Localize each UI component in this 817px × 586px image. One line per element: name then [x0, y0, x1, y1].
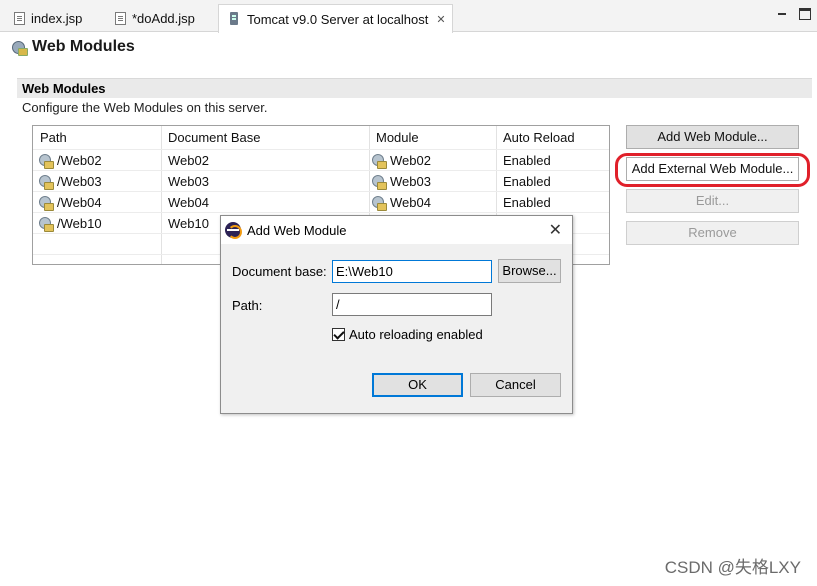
cell-docbase: Web10	[168, 216, 209, 231]
watermark: CSDN @失格LXY	[664, 558, 801, 577]
web-module-icon	[39, 153, 54, 169]
page-header: Web Modules	[12, 38, 135, 56]
cell-module-label: Web03	[390, 174, 431, 189]
page-title: Web Modules	[32, 38, 135, 55]
checkbox-checked-icon[interactable]	[332, 328, 345, 341]
web-module-icon	[39, 174, 54, 190]
header-reload[interactable]: Auto Reload	[503, 130, 575, 145]
browse-button[interactable]: Browse...	[498, 259, 561, 283]
dialog-titlebar[interactable]: Add Web Module ✕	[221, 216, 572, 244]
minimize-icon[interactable]	[776, 8, 788, 20]
web-module-icon	[39, 216, 54, 232]
section-description: Configure the Web Modules on this server…	[22, 100, 268, 115]
table-row[interactable]: /Web04	[39, 192, 102, 213]
table-row[interactable]: /Web10	[39, 213, 102, 234]
cell-path: /Web10	[57, 216, 102, 231]
server-icon	[229, 12, 241, 26]
add-web-module-button[interactable]: Add Web Module...	[626, 125, 799, 149]
file-icon	[14, 11, 25, 25]
cell-path: /Web02	[57, 153, 102, 168]
red-highlight-annotation	[615, 153, 810, 187]
document-base-label: Document base:	[232, 264, 327, 279]
header-path[interactable]: Path	[40, 130, 67, 145]
close-icon[interactable]: ✕	[436, 13, 445, 26]
maximize-icon[interactable]	[799, 8, 811, 20]
web-module-icon	[372, 174, 387, 190]
cell-docbase: Web04	[168, 195, 209, 210]
tab-label: *doAdd.jsp	[132, 10, 195, 26]
table-row[interactable]: /Web03	[39, 171, 102, 192]
web-module-icon	[372, 195, 387, 211]
header-docbase[interactable]: Document Base	[168, 130, 261, 145]
cancel-button[interactable]: Cancel	[470, 373, 561, 397]
cell-reload: Enabled	[503, 174, 551, 189]
ok-button[interactable]: OK	[372, 373, 463, 397]
cell-reload: Enabled	[503, 153, 551, 168]
header-module[interactable]: Module	[376, 130, 419, 145]
cell-module-label: Web02	[390, 153, 431, 168]
table-row[interactable]: /Web02	[39, 150, 102, 171]
add-web-module-dialog: Add Web Module ✕ Document base: E:\Web10…	[220, 215, 573, 414]
edit-button[interactable]: Edit...	[626, 189, 799, 213]
remove-button[interactable]: Remove	[626, 221, 799, 245]
cell-module: Web02	[372, 150, 431, 171]
cell-docbase: Web02	[168, 153, 209, 168]
web-module-icon	[12, 39, 28, 56]
path-input[interactable]: /	[332, 293, 492, 316]
close-icon[interactable]: ✕	[549, 220, 562, 240]
auto-reload-label[interactable]: Auto reloading enabled	[349, 327, 483, 342]
cell-docbase: Web03	[168, 174, 209, 189]
web-module-icon	[372, 153, 387, 169]
tab-label: index.jsp	[31, 10, 83, 26]
cell-module: Web03	[372, 171, 431, 192]
path-label: Path:	[232, 298, 263, 313]
cell-reload: Enabled	[503, 195, 551, 210]
document-base-input[interactable]: E:\Web10	[332, 260, 492, 283]
editor-tab-bar: index.jsp *doAdd.jsp Tomcat v9.0 Server …	[0, 0, 817, 33]
cell-path: /Web04	[57, 195, 102, 210]
cell-module-label: Web04	[390, 195, 431, 210]
eclipse-icon	[225, 222, 242, 239]
tab-label: Tomcat v9.0 Server at localhost	[247, 11, 429, 27]
tab-index-jsp[interactable]: index.jsp	[4, 4, 82, 32]
cell-path: /Web03	[57, 174, 102, 189]
dialog-title: Add Web Module	[247, 222, 347, 238]
file-icon	[115, 11, 126, 25]
tab-tomcat-server[interactable]: Tomcat v9.0 Server at localhost ✕	[218, 4, 453, 33]
web-module-icon	[39, 195, 54, 211]
tab-doadd-jsp[interactable]: *doAdd.jsp	[105, 4, 195, 32]
section-title[interactable]: Web Modules	[17, 78, 812, 98]
cell-module: Web04	[372, 192, 431, 213]
